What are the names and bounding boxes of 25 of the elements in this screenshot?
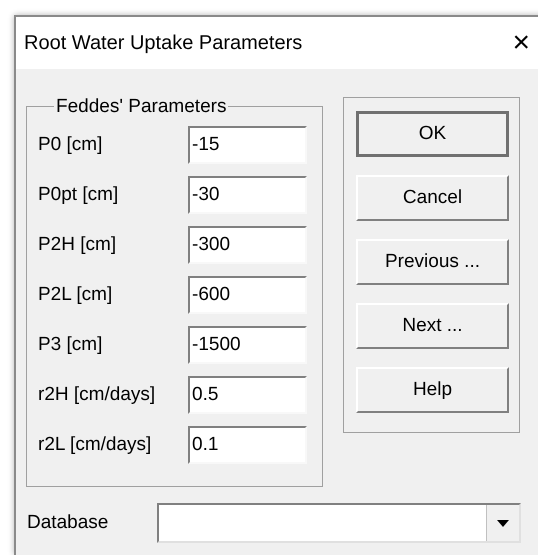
input-field[interactable]: -1500: [188, 326, 307, 364]
dialog-button[interactable]: OK: [356, 111, 509, 157]
close-button[interactable]: ×: [512, 28, 530, 58]
input-field[interactable]: -15: [188, 126, 307, 164]
dialog-button[interactable]: Previous ...: [356, 239, 509, 285]
database-label: Database: [27, 510, 110, 535]
input-field[interactable]: -30: [188, 176, 307, 214]
field-label: P0pt [cm]: [38, 182, 118, 207]
input-field[interactable]: -600: [188, 276, 307, 314]
field-label: r2L [cm/days]: [38, 432, 152, 457]
dialog-button[interactable]: Next ...: [356, 303, 509, 349]
field-label: P0 [cm]: [38, 132, 102, 157]
field-label: r2H [cm/days]: [38, 382, 156, 407]
dropdown-arrow-icon: [497, 520, 509, 526]
dialog-button[interactable]: Help: [356, 367, 509, 413]
input-field[interactable]: -300: [188, 226, 307, 264]
field-label: P2H [cm]: [38, 232, 116, 257]
window-title: Root Water Uptake Parameters: [24, 31, 302, 56]
input-field[interactable]: 0.5: [188, 376, 307, 414]
dialog-button[interactable]: Cancel: [356, 175, 509, 221]
input-field[interactable]: 0.1: [188, 426, 307, 464]
database-dropdown[interactable]: [157, 503, 521, 543]
field-label: P2L [cm]: [38, 282, 112, 307]
group-title: Feddes' Parameters: [55, 97, 228, 116]
field-label: P3 [cm]: [38, 332, 102, 357]
